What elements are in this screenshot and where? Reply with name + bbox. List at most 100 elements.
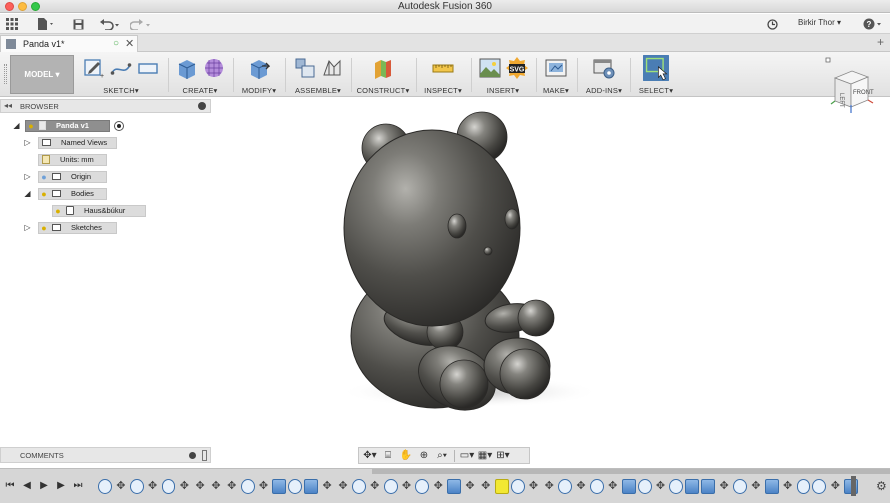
view-cube[interactable]: LEFT FRONT <box>822 56 884 116</box>
go-to-end-icon[interactable]: ⏭ <box>72 479 84 493</box>
timeline-move-feature[interactable]: ✥ <box>606 479 620 494</box>
rectangle-tool-icon[interactable] <box>137 57 159 79</box>
ribbon-grip[interactable] <box>4 64 7 84</box>
select-tool-icon[interactable] <box>642 55 670 81</box>
timeline-body-feature[interactable] <box>447 479 462 494</box>
form-icon[interactable] <box>203 57 225 79</box>
assemble-group[interactable]: ASSEMBLE▾ <box>287 54 349 95</box>
modify-group[interactable]: MODIFY▾ <box>235 54 283 95</box>
collapsed-triangle-icon[interactable]: ▷ <box>23 223 32 232</box>
timeline-sketch-feature[interactable] <box>589 479 604 494</box>
create-group[interactable]: CREATE▾ <box>170 54 230 95</box>
collapsed-triangle-icon[interactable]: ▷ <box>23 138 32 147</box>
construct-group[interactable]: CONSTRUCT▾ <box>353 54 413 95</box>
timeline-selected-feature[interactable] <box>494 479 509 494</box>
comments-pin-icon[interactable] <box>202 450 207 461</box>
visibility-bulb-icon[interactable]: ● <box>53 206 63 216</box>
timeline-move-feature[interactable]: ✥ <box>542 479 556 494</box>
timeline-sketch-feature[interactable] <box>558 479 573 494</box>
browser-options-icon[interactable] <box>198 102 206 110</box>
go-to-start-icon[interactable]: ⏮ <box>4 479 16 493</box>
3d-viewport[interactable] <box>212 98 890 466</box>
timeline-sketch-feature[interactable] <box>510 479 525 494</box>
timeline-move-feature[interactable]: ✥ <box>781 479 795 494</box>
timeline-sketch-feature[interactable] <box>129 479 144 494</box>
timeline-move-feature[interactable]: ✥ <box>257 479 271 494</box>
timeline-sketch-feature[interactable] <box>796 479 811 494</box>
offset-plane-icon[interactable] <box>372 57 394 79</box>
gear-icon[interactable]: ⚙ <box>876 479 887 493</box>
joint-icon[interactable] <box>321 57 343 79</box>
timeline-move-feature[interactable]: ✥ <box>114 479 128 494</box>
tree-root[interactable]: ◢ ● Panda v1 <box>12 119 124 132</box>
help-button[interactable]: ? <box>862 17 884 31</box>
timeline-sketch-feature[interactable] <box>351 479 366 494</box>
display-settings-icon[interactable]: ▭▾ <box>459 449 475 462</box>
timeline-sketch-feature[interactable] <box>98 479 112 494</box>
timeline-move-feature[interactable]: ✥ <box>479 479 493 494</box>
timeline-sketch-feature[interactable] <box>637 479 652 494</box>
timeline-body-feature[interactable] <box>272 479 287 494</box>
comments-options-icon[interactable] <box>189 452 196 459</box>
timeline-sketch-feature[interactable] <box>415 479 430 494</box>
tree-node-named-views[interactable]: ▷ Named Views <box>23 136 117 149</box>
create-sketch-icon[interactable]: + <box>83 57 105 79</box>
timeline-move-feature[interactable]: ✥ <box>463 479 477 494</box>
document-tab[interactable]: Panda v1* ○ ✕ <box>0 35 138 52</box>
timeline-sketch-feature[interactable] <box>383 479 398 494</box>
step-back-icon[interactable]: ◀ <box>21 479 33 493</box>
insert-svg-icon[interactable]: SVG <box>505 57 528 79</box>
timeline-body-feature[interactable] <box>701 479 716 494</box>
timeline-body-feature[interactable] <box>685 479 700 494</box>
save-icon[interactable] <box>71 17 85 31</box>
grid-menu-icon[interactable] <box>5 17 19 31</box>
inspect-group[interactable]: INSPECT▾ <box>418 54 468 95</box>
timeline-body-feature[interactable] <box>621 479 636 494</box>
press-pull-icon[interactable] <box>248 57 270 79</box>
viewports-icon[interactable]: ⊞▾ <box>495 449 511 462</box>
timeline-move-feature[interactable]: ✥ <box>209 479 223 494</box>
timeline-move-feature[interactable]: ✥ <box>828 479 842 494</box>
scripts-add-ins-icon[interactable] <box>593 57 615 79</box>
browser-panel-header[interactable]: ◂◂ BROWSER <box>0 99 211 113</box>
timeline-move-feature[interactable]: ✥ <box>193 479 207 494</box>
timeline-move-feature[interactable]: ✥ <box>368 479 382 494</box>
fit-icon[interactable]: ⌕▾ <box>434 449 450 462</box>
timeline-sketch-feature[interactable] <box>669 479 684 494</box>
active-radio-icon[interactable] <box>114 120 124 131</box>
close-tab-icon[interactable]: ✕ <box>125 37 134 50</box>
orbit-icon[interactable]: ✥▾ <box>362 449 378 462</box>
select-group[interactable]: SELECT▾ <box>634 54 678 95</box>
step-forward-icon[interactable]: ▶ <box>55 479 67 493</box>
timeline-body-feature[interactable] <box>764 479 779 494</box>
timeline-move-feature[interactable]: ✥ <box>749 479 763 494</box>
timeline-move-feature[interactable]: ✥ <box>225 479 239 494</box>
timeline-move-feature[interactable]: ✥ <box>717 479 731 494</box>
play-icon[interactable]: ▶ <box>38 479 50 493</box>
collapse-panel-icon[interactable]: ◂◂ <box>4 101 12 110</box>
timeline-sketch-feature[interactable] <box>733 479 747 494</box>
timeline-move-feature[interactable]: ✥ <box>146 479 160 494</box>
redo-button[interactable] <box>129 17 153 31</box>
grid-settings-icon[interactable]: ▦▾ <box>477 449 493 462</box>
tree-node-origin[interactable]: ▷ ● Origin <box>23 170 107 183</box>
add-ins-group[interactable]: ADD-INS▾ <box>580 54 628 95</box>
timeline-marker[interactable] <box>851 476 856 496</box>
insert-image-icon[interactable] <box>479 57 501 79</box>
timeline-move-feature[interactable]: ✥ <box>336 479 350 494</box>
pan-icon[interactable]: ✋ <box>398 449 414 462</box>
file-menu-button[interactable] <box>36 17 56 31</box>
timeline-body-feature[interactable] <box>304 479 319 494</box>
tree-node-body-haus-bukur[interactable]: ● Haus&búkur <box>52 204 146 217</box>
home-view-icon[interactable] <box>825 57 831 63</box>
tree-node-units[interactable]: Units: mm <box>38 153 107 166</box>
clock-icon[interactable] <box>765 17 779 31</box>
timeline-sketch-feature[interactable] <box>240 479 255 494</box>
new-component-icon[interactable] <box>294 57 316 79</box>
extrude-icon[interactable] <box>176 57 198 79</box>
make-group[interactable]: MAKE▾ <box>538 54 574 95</box>
line-tool-icon[interactable] <box>110 57 132 79</box>
undo-button[interactable] <box>98 17 122 31</box>
workspace-switcher[interactable]: MODEL ▾ <box>10 55 74 94</box>
insert-group[interactable]: SVG INSERT▾ <box>473 54 533 95</box>
